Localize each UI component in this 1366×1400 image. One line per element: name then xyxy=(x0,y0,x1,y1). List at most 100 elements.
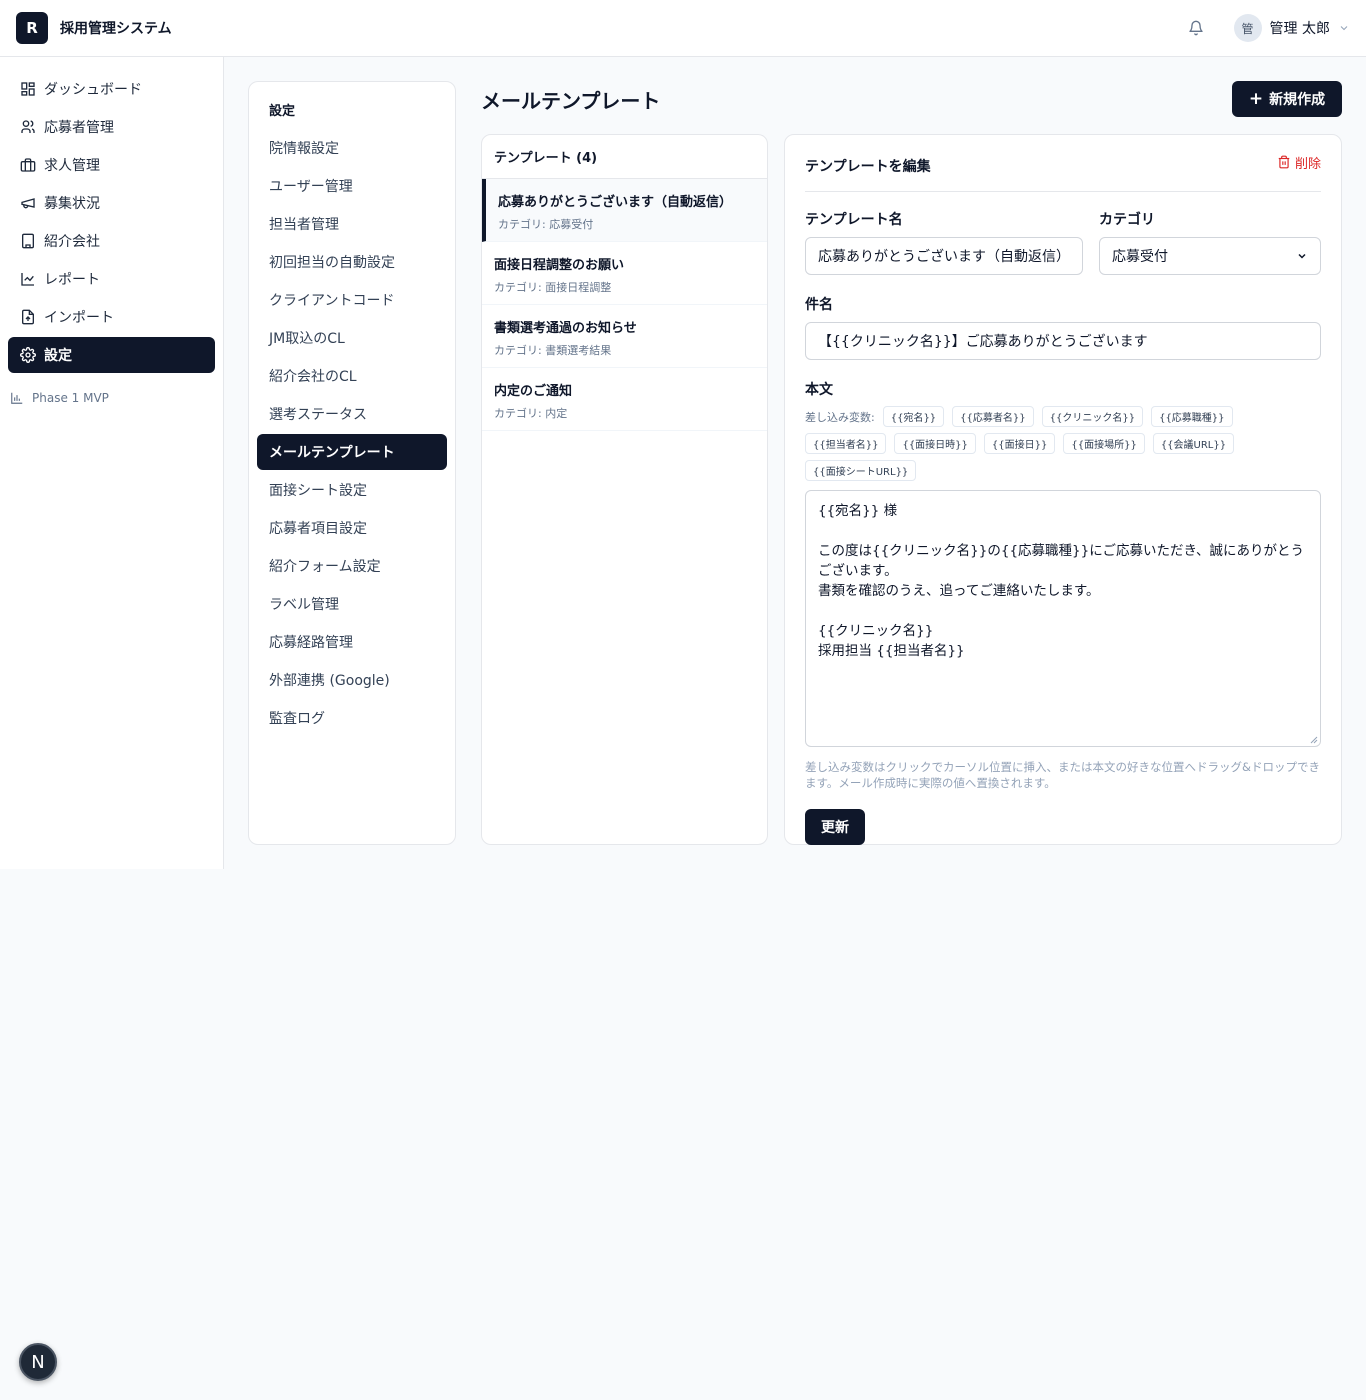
delete-button[interactable]: 削除 xyxy=(1277,153,1321,172)
subject-block: 件名 【{{クリニック名}}】ご応募ありがとうございます xyxy=(805,294,1321,360)
category-select[interactable]: 応募受付 xyxy=(1099,237,1321,275)
body-textarea[interactable]: {{宛名}} 様 この度は{{クリニック名}}の{{応募職種}}にご応募いただき… xyxy=(805,490,1321,747)
app-title: 採用管理システム xyxy=(60,21,172,37)
variable-chip[interactable]: {{面接日時}} xyxy=(894,433,976,454)
body-block: 本文 差し込み変数: {{宛名}} {{応募者名}} {{クリニック名}} {{応募職… xyxy=(805,379,1321,747)
settings-item[interactable]: 担当者管理 xyxy=(257,206,447,242)
template-list: テンプレート (4) 応募ありがとうございます（自動返信） カテゴリ: 応募受付面… xyxy=(481,134,768,845)
user-name[interactable]: 管理 太郎 xyxy=(1270,18,1330,38)
file-import-icon xyxy=(20,309,36,325)
template-item-name: 内定のご通知 xyxy=(494,384,573,399)
bar-chart-icon xyxy=(10,391,24,405)
chevron-down-icon xyxy=(1296,250,1308,262)
building-icon xyxy=(20,233,36,249)
sidebar-item-label: 応募者管理 xyxy=(44,120,114,136)
sidebar-item-agencies[interactable]: 紹介会社 xyxy=(8,223,215,259)
template-name-input[interactable]: 応募ありがとうございます（自動返信） xyxy=(805,237,1083,275)
app-logo[interactable]: R xyxy=(16,12,48,44)
variable-chip[interactable]: {{応募職種}} xyxy=(1151,406,1233,427)
settings-item[interactable]: ユーザー管理 xyxy=(257,168,447,204)
variable-chip[interactable]: {{面接日}} xyxy=(983,433,1056,454)
chevron-down-icon[interactable] xyxy=(1338,22,1350,34)
variable-chip[interactable]: {{会議URL}} xyxy=(1152,433,1235,454)
settings-item[interactable]: クライアントコード xyxy=(257,282,447,318)
template-list-header: テンプレート (4) xyxy=(482,135,767,179)
trash-icon xyxy=(1277,155,1291,169)
settings-item[interactable]: ラベル管理 xyxy=(257,586,447,622)
template-item-name: 面接日程調整のお願い xyxy=(494,258,625,273)
sidebar-item-recruitment-status[interactable]: 募集状況 xyxy=(8,185,215,221)
settings-item[interactable]: 初回担当の自動設定 xyxy=(257,244,447,280)
avatar[interactable]: 管 xyxy=(1233,14,1262,42)
template-item-category: カテゴリ: 面接日程調整 xyxy=(494,281,612,294)
gear-icon xyxy=(20,347,36,363)
header-right: 管 管理 太郎 xyxy=(1186,14,1350,42)
editor-header: テンプレートを編集 削除 xyxy=(805,135,1321,192)
briefcase-icon xyxy=(20,157,36,173)
settings-item[interactable]: 外部連携 (Google) xyxy=(257,662,447,698)
sidebar-item-settings[interactable]: 設定 xyxy=(8,337,215,373)
sidebar-item-label: 設定 xyxy=(44,348,72,364)
sidebar-item-label: レポート xyxy=(44,272,100,288)
sidebar-item-dashboard[interactable]: ダッシュボード xyxy=(8,71,215,107)
template-list-item[interactable]: 内定のご通知 カテゴリ: 内定 xyxy=(482,368,767,431)
body-text: {{宛名}} 様 この度は{{クリニック名}}の{{応募職種}}にご応募いただき… xyxy=(818,503,1304,659)
template-list-item[interactable]: 書類選考通過のお知らせ カテゴリ: 書類選考結果 xyxy=(482,305,767,368)
settings-item[interactable]: 選考ステータス xyxy=(257,396,447,432)
plus-icon: + xyxy=(1248,88,1264,109)
sidebar-item-label: 募集状況 xyxy=(44,196,100,212)
sidebar-item-label: 求人管理 xyxy=(44,158,100,174)
sidebar-item-label: インポート xyxy=(44,310,114,326)
top-header: R 採用管理システム 管 管理 太郎 xyxy=(0,0,1366,57)
megaphone-icon xyxy=(20,195,36,211)
sidebar-item-label: 紹介会社 xyxy=(44,234,100,250)
subject-label: 件名 xyxy=(805,297,833,313)
category-label: カテゴリ xyxy=(1099,212,1155,228)
sidebar-item-label: ダッシュボード xyxy=(44,82,142,98)
settings-heading: 設定 xyxy=(269,104,296,119)
settings-item[interactable]: 紹介フォーム設定 xyxy=(257,548,447,584)
settings-item[interactable]: 監査ログ xyxy=(257,700,447,736)
settings-item[interactable]: 応募経路管理 xyxy=(257,624,447,660)
settings-menu: 設定 院情報設定 ユーザー管理 担当者管理 初回担当の自動設定 クライアントコード JM取… xyxy=(248,81,456,845)
sidebar-item-applicants[interactable]: 応募者管理 xyxy=(8,109,215,145)
dev-badge[interactable]: N xyxy=(19,1343,57,1381)
grid-icon xyxy=(20,81,36,97)
variable-chip[interactable]: {{宛名}} xyxy=(882,406,945,427)
settings-item[interactable]: 紹介会社のCL xyxy=(257,358,447,394)
phase-label: Phase 1 MVP xyxy=(8,391,215,405)
resize-handle-icon[interactable] xyxy=(1310,736,1318,744)
template-name-label: テンプレート名 xyxy=(805,212,903,228)
body-label: 本文 xyxy=(805,382,833,398)
variable-chip[interactable]: {{面接シートURL}} xyxy=(805,460,917,481)
variable-chip[interactable]: {{応募者名}} xyxy=(952,406,1034,427)
sidebar-item-reports[interactable]: レポート xyxy=(8,261,215,297)
sidebar: ダッシュボード 応募者管理 求人管理 募集状況 紹介会社 レポート インポート … xyxy=(0,57,224,869)
sidebar-item-jobs[interactable]: 求人管理 xyxy=(8,147,215,183)
update-button[interactable]: 更新 xyxy=(805,809,865,845)
phase-text: Phase 1 MVP xyxy=(32,391,109,405)
variable-chip[interactable]: {{クリニック名}} xyxy=(1041,406,1144,427)
settings-item[interactable]: 応募者項目設定 xyxy=(257,510,447,546)
subject-input[interactable]: 【{{クリニック名}}】ご応募ありがとうございます xyxy=(805,322,1321,360)
users-icon xyxy=(20,119,36,135)
bell-icon[interactable] xyxy=(1186,18,1206,38)
page-title: メールテンプレート xyxy=(481,89,661,113)
template-item-category: カテゴリ: 応募受付 xyxy=(498,218,594,231)
settings-item[interactable]: JM取込のCL xyxy=(257,320,447,356)
settings-items: 院情報設定 ユーザー管理 担当者管理 初回担当の自動設定 クライアントコード JM取込のC… xyxy=(257,130,447,736)
variables-list: 差し込み変数: {{宛名}} {{応募者名}} {{クリニック名}} {{応募職種}}… xyxy=(805,406,1321,481)
template-item-category: カテゴリ: 書類選考結果 xyxy=(494,344,612,357)
variable-chip[interactable]: {{面接場所}} xyxy=(1063,433,1145,454)
sidebar-item-import[interactable]: インポート xyxy=(8,299,215,335)
variables-hint: 差し込み変数はクリックでカーソル位置に挿入、または本文の好きな位置へドラッグ&ド… xyxy=(805,760,1320,790)
settings-item[interactable]: メールテンプレート xyxy=(257,434,447,470)
variables-label: 差し込み変数: xyxy=(805,410,875,424)
template-item-category: カテゴリ: 内定 xyxy=(494,407,568,420)
new-template-button[interactable]: + 新規作成 xyxy=(1232,81,1342,117)
variable-chip[interactable]: {{担当者名}} xyxy=(805,433,887,454)
settings-item[interactable]: 面接シート設定 xyxy=(257,472,447,508)
settings-item[interactable]: 院情報設定 xyxy=(257,130,447,166)
template-list-item[interactable]: 応募ありがとうございます（自動返信） カテゴリ: 応募受付 xyxy=(482,179,767,242)
template-list-item[interactable]: 面接日程調整のお願い カテゴリ: 面接日程調整 xyxy=(482,242,767,305)
